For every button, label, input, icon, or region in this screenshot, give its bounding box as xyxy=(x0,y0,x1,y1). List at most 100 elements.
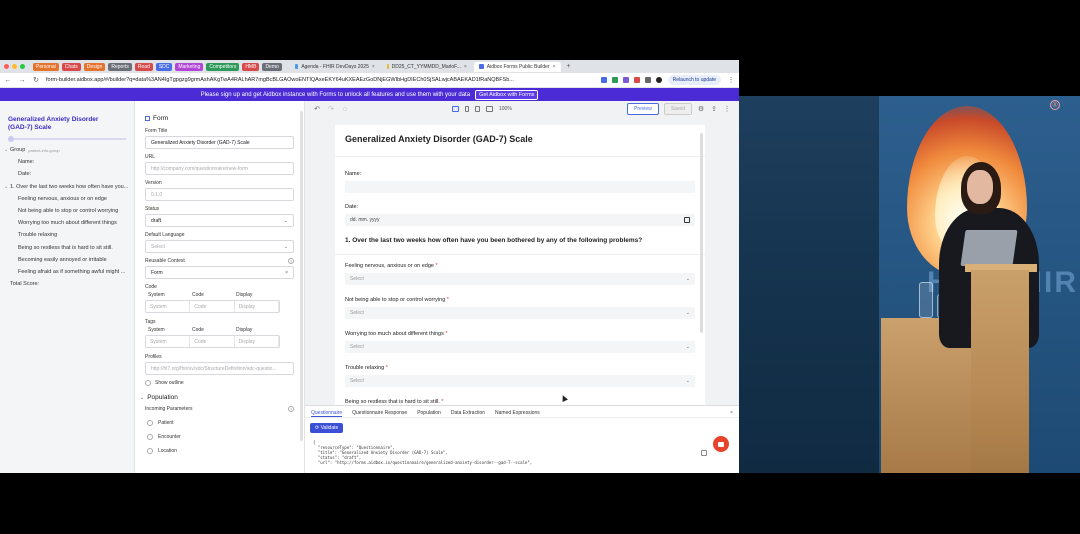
extension-icon[interactable] xyxy=(622,77,629,83)
url-field[interactable]: form-builder.aidbox.app/#/builder?q=data… xyxy=(46,77,595,83)
population-section[interactable]: ⌄ Population xyxy=(140,394,294,401)
forward-icon[interactable]: → xyxy=(18,77,26,84)
code-system-input[interactable]: System xyxy=(146,301,191,312)
maximize-window-button[interactable] xyxy=(20,64,25,69)
minimize-window-button[interactable] xyxy=(12,64,17,69)
outline-item[interactable]: Not being able to stop or control worryi… xyxy=(8,205,134,217)
bookmark-group[interactable]: HMB xyxy=(242,62,260,71)
question-select[interactable]: Select ⌄ xyxy=(345,341,695,353)
extension-icon[interactable] xyxy=(600,77,607,83)
calendar-icon[interactable] xyxy=(684,217,690,223)
chat-icon[interactable] xyxy=(713,436,729,452)
tags-display-input[interactable]: Display xyxy=(235,336,279,347)
zoom-level[interactable]: 100% xyxy=(499,106,512,112)
saved-button[interactable]: Saved xyxy=(663,103,692,115)
question-select[interactable]: Select ⌄ xyxy=(345,375,695,387)
checkbox-icon[interactable] xyxy=(147,420,153,426)
bottom-tab[interactable]: Questionnaire xyxy=(311,410,343,417)
bookmark-group[interactable]: SDC xyxy=(155,62,173,71)
outline-group[interactable]: ⌄ Group patient-info-group xyxy=(4,144,134,156)
bookmark-group[interactable]: Marketing xyxy=(175,62,204,71)
outline-item[interactable]: Name: xyxy=(8,156,134,168)
close-window-button[interactable] xyxy=(4,64,9,69)
relaunch-button[interactable]: Relaunch to update xyxy=(667,75,721,85)
browser-tab[interactable]: Agenda - FHIR DevDays 2025 × xyxy=(290,62,380,72)
checkbox-icon[interactable] xyxy=(145,380,151,386)
question-select[interactable]: Select ⌄ xyxy=(345,307,695,319)
code-code-input[interactable]: Code xyxy=(190,301,235,312)
preview-button[interactable]: Preview xyxy=(627,103,659,115)
close-tab-icon[interactable]: × xyxy=(464,64,467,70)
bottom-tab[interactable]: Named Expressions xyxy=(495,410,540,417)
tablet-view-icon[interactable] xyxy=(475,106,480,112)
settings-icon[interactable]: ⚙ xyxy=(697,105,705,113)
share-icon[interactable]: ⇪ xyxy=(710,105,718,113)
outline-item[interactable]: Feeling nervous, anxious or on edge xyxy=(8,193,134,205)
param-patient[interactable]: Patient xyxy=(147,420,294,426)
browser-tab[interactable]: DD25_CT_YYMMDD_MarloF... × xyxy=(382,62,472,72)
scrollbar[interactable] xyxy=(300,111,303,441)
more-icon[interactable]: ⋮ xyxy=(723,105,731,113)
outline-title[interactable]: Generalized Anxiety Disorder (GAD-7) Sca… xyxy=(8,116,108,132)
outline-item[interactable]: Feeling afraid as if something awful mig… xyxy=(8,266,134,278)
clear-icon[interactable]: × xyxy=(285,270,288,276)
extension-icon[interactable] xyxy=(611,77,618,83)
extension-icon[interactable] xyxy=(644,77,651,83)
scrollbar[interactable] xyxy=(700,133,703,333)
version-input[interactable]: 0.1.0 xyxy=(145,188,294,201)
extension-icon[interactable] xyxy=(633,77,640,83)
close-tab-icon[interactable]: × xyxy=(372,64,375,70)
new-tab-button[interactable]: + xyxy=(563,63,575,70)
back-icon[interactable]: ← xyxy=(4,77,12,84)
name-input[interactable] xyxy=(345,181,695,193)
outline-item[interactable]: Worrying too much about different things xyxy=(8,217,134,229)
close-tab-icon[interactable]: × xyxy=(553,64,556,70)
bottom-tab[interactable]: Questionnaire Response xyxy=(352,410,407,417)
bookmark-group[interactable]: Personal xyxy=(33,62,59,71)
outline-item[interactable]: Date: xyxy=(8,168,134,180)
date-input[interactable]: dd. mm. yyyy xyxy=(345,214,695,226)
param-location[interactable]: Location xyxy=(147,448,294,454)
theme-icon[interactable]: ◌ xyxy=(341,106,349,113)
tags-system-input[interactable]: System xyxy=(146,336,191,347)
bookmark-group[interactable]: Chats xyxy=(61,62,81,71)
browser-tab[interactable]: Aidbox Forms Public Builder × xyxy=(473,61,561,72)
bookmark-group[interactable]: Demo xyxy=(262,62,282,71)
desktop-view-icon[interactable] xyxy=(452,106,459,112)
tags-code-input[interactable]: Code xyxy=(190,336,235,347)
outline-item[interactable]: Being so restless that is hard to sit st… xyxy=(8,242,134,254)
menu-dots-icon[interactable]: ⋮ xyxy=(727,76,735,84)
copy-icon[interactable] xyxy=(701,450,707,456)
form-title-input[interactable]: Generalized Anxiety Disorder (GAD-7) Sca… xyxy=(145,136,294,149)
bottom-tab[interactable]: Population xyxy=(417,410,441,417)
reload-icon[interactable]: ↻ xyxy=(32,76,40,84)
status-select[interactable]: draft ⌄ xyxy=(145,214,294,227)
reusable-context-select[interactable]: Form × xyxy=(145,266,294,279)
question-select[interactable]: Select ⌄ xyxy=(345,273,695,285)
checkbox-icon[interactable] xyxy=(147,448,153,454)
outline-item[interactable]: Becoming easily annoyed or irritable xyxy=(8,254,134,266)
code-display-input[interactable]: Display xyxy=(235,301,279,312)
help-icon[interactable]: ? xyxy=(288,258,294,264)
param-encounter[interactable]: Encounter xyxy=(147,434,294,440)
mobile-view-icon[interactable] xyxy=(465,106,469,112)
outline-item[interactable]: ⌄ 1. Over the last two weeks how often ha… xyxy=(4,181,134,193)
redo-icon[interactable]: ↷ xyxy=(327,105,335,113)
default-language-select[interactable]: Select ⌄ xyxy=(145,240,294,253)
bottom-tab[interactable]: Data Extraction xyxy=(451,410,485,417)
json-code-view[interactable]: { "resourceType": "Questionnaire", "titl… xyxy=(313,440,532,465)
validate-button[interactable]: ⟳ Validate xyxy=(310,423,344,433)
bookmark-group[interactable]: Read xyxy=(134,62,153,71)
checkbox-icon[interactable] xyxy=(147,434,153,440)
undo-icon[interactable]: ↶ xyxy=(313,105,321,113)
bookmark-group[interactable]: Competitors xyxy=(206,62,240,71)
outline-item[interactable]: Trouble relaxing xyxy=(8,229,134,241)
bookmark-group[interactable]: Design xyxy=(83,62,106,71)
laptop-view-icon[interactable] xyxy=(486,106,493,112)
profile-avatar[interactable] xyxy=(655,77,662,83)
close-panel-icon[interactable]: × xyxy=(730,410,733,417)
bookmark-group[interactable]: Reports xyxy=(108,62,132,71)
profiles-input[interactable]: http://hl7.org/fhir/uv/sdc/StructureDefi… xyxy=(145,362,294,375)
outline-item[interactable]: Total Score: xyxy=(8,278,134,290)
get-aidbox-button[interactable]: Get Aidbox with Forms xyxy=(475,89,539,100)
